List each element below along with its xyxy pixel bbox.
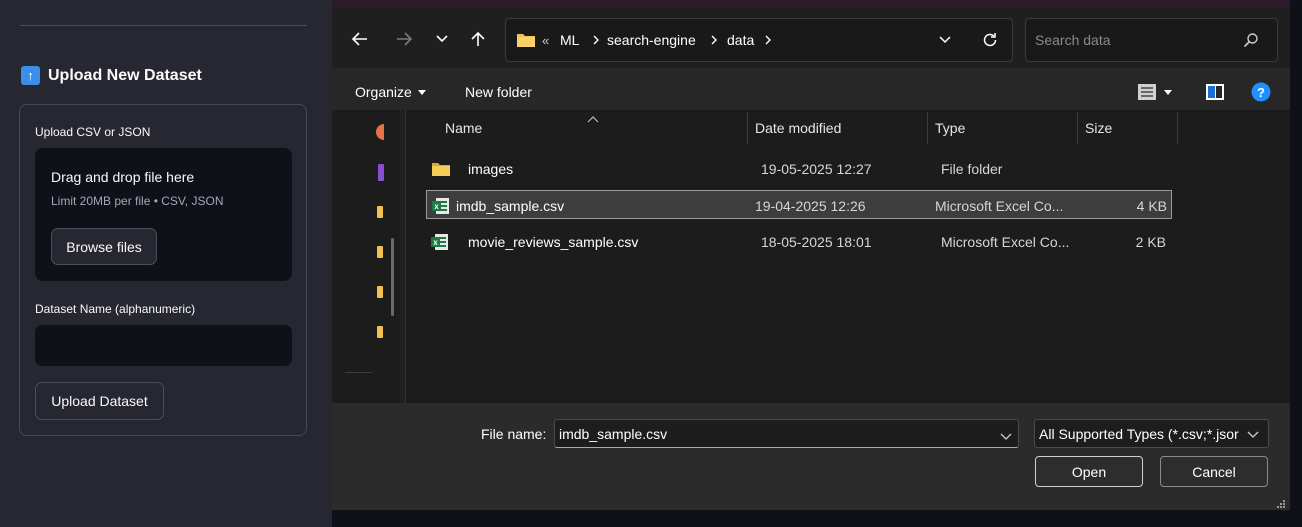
upload-heading-text: Upload New Dataset: [48, 66, 202, 84]
address-bar[interactable]: « ML search-engine data: [505, 18, 1013, 62]
nav-folder-icon[interactable]: [377, 326, 383, 338]
nav-divider: [345, 372, 372, 373]
file-list: Name Date modified Type Size images 19-0…: [406, 110, 1290, 403]
file-row-movie-reviews-sample[interactable]: x movie_reviews_sample.csv 18-05-2025 18…: [426, 227, 1172, 256]
sidebar: ↑ Upload New Dataset Upload CSV or JSON …: [0, 0, 332, 527]
excel-csv-icon: x: [431, 227, 449, 256]
file-date: 19-04-2025 12:26: [755, 197, 866, 214]
dropdown-caret-icon: [1164, 89, 1172, 95]
file-date: 19-05-2025 12:27: [761, 160, 872, 177]
file-size: 4 KB: [1136, 197, 1167, 214]
file-dropzone[interactable]: Drag and drop file here Limit 20MB per f…: [35, 148, 292, 281]
search-placeholder: Search data: [1035, 32, 1111, 48]
breadcrumb-ml[interactable]: ML: [560, 19, 579, 61]
svg-text:?: ?: [1257, 85, 1265, 100]
dropdown-caret-icon: [417, 89, 426, 95]
file-type: Microsoft Excel Co...: [941, 233, 1070, 250]
dialog-toolbar: « ML search-engine data Search data: [332, 8, 1290, 68]
search-box[interactable]: Search data: [1025, 18, 1278, 62]
folder-icon: [516, 19, 536, 61]
nav-item-icon[interactable]: [376, 124, 384, 140]
up-folder-arrow-icon[interactable]: [464, 24, 492, 54]
file-type-value: All Supported Types (*.csv;*.jsor: [1039, 425, 1239, 442]
chevron-right-icon: [710, 19, 718, 61]
up-arrow-icon: ↑: [21, 66, 40, 85]
file-date: 18-05-2025 18:01: [761, 233, 872, 250]
dialog-title-strip: [332, 0, 1290, 8]
file-open-dialog: « ML search-engine data Search data Orga…: [332, 0, 1290, 510]
dropzone-limit: Limit 20MB per file • CSV, JSON: [51, 194, 224, 208]
sort-ascending-icon: [587, 110, 599, 128]
file-row-images[interactable]: images 19-05-2025 12:27 File folder: [426, 154, 1172, 183]
column-header-date-modified[interactable]: Date modified: [755, 110, 841, 146]
browse-files-button[interactable]: Browse files: [51, 228, 157, 265]
upload-section-heading: ↑ Upload New Dataset: [21, 66, 202, 85]
svg-text:x: x: [434, 202, 439, 211]
chevron-down-icon[interactable]: [1242, 420, 1264, 447]
file-row-imdb-sample[interactable]: x imdb_sample.csv 19-04-2025 12:26 Micro…: [426, 190, 1172, 219]
file-name-label: File name:: [481, 426, 547, 442]
organize-menu[interactable]: Organize: [355, 68, 426, 116]
nav-folder-icon[interactable]: [377, 246, 383, 258]
new-folder-button[interactable]: New folder: [465, 68, 532, 116]
column-separator[interactable]: [927, 112, 928, 144]
file-name: images: [468, 160, 514, 177]
organize-label: Organize: [355, 84, 412, 100]
file-name-input[interactable]: imdb_sample.csv: [554, 419, 1019, 448]
file-type-select[interactable]: All Supported Types (*.csv;*.jsor: [1034, 419, 1269, 448]
chevron-right-icon: [592, 19, 600, 61]
address-history-chevron-icon[interactable]: [938, 19, 952, 61]
sidebar-divider: [20, 25, 307, 26]
cancel-button[interactable]: Cancel: [1160, 456, 1268, 487]
dataset-name-label: Dataset Name (alphanumeric): [35, 302, 196, 316]
nav-folder-icon[interactable]: [377, 206, 383, 218]
breadcrumb-data[interactable]: data: [727, 19, 754, 61]
breadcrumb-search-engine[interactable]: search-engine: [607, 19, 696, 61]
file-type: Microsoft Excel Co...: [935, 197, 1064, 214]
chevron-right-icon: [764, 19, 772, 61]
command-bar: Organize New folder ?: [332, 68, 1290, 110]
column-header-type[interactable]: Type: [935, 110, 965, 146]
dialog-footer: File name: imdb_sample.csv All Supported…: [332, 403, 1290, 510]
folder-icon: [431, 154, 451, 183]
column-separator[interactable]: [747, 112, 748, 144]
upload-dataset-button[interactable]: Upload Dataset: [35, 382, 164, 420]
dataset-name-input[interactable]: [35, 325, 292, 366]
file-name: movie_reviews_sample.csv: [468, 233, 639, 250]
nav-folder-icon[interactable]: [377, 286, 383, 298]
app-background-bottom: [332, 510, 1302, 527]
search-icon[interactable]: [1243, 32, 1259, 53]
back-arrow-icon[interactable]: [346, 24, 374, 54]
column-header-name[interactable]: Name: [445, 110, 482, 146]
excel-csv-icon: x: [432, 191, 450, 220]
recent-locations-chevron-icon[interactable]: [428, 24, 456, 54]
app-background-edge: [1291, 0, 1302, 527]
nav-item-icon[interactable]: [378, 164, 384, 181]
preview-pane-icon[interactable]: [1205, 68, 1225, 116]
view-options-icon[interactable]: [1137, 68, 1172, 116]
column-header-size[interactable]: Size: [1085, 110, 1112, 146]
refresh-icon[interactable]: [981, 19, 999, 61]
help-icon[interactable]: ?: [1251, 68, 1271, 116]
file-size: 2 KB: [1135, 233, 1166, 250]
uploader-label: Upload CSV or JSON: [35, 125, 151, 139]
dropzone-title: Drag and drop file here: [51, 169, 195, 185]
svg-text:x: x: [433, 238, 438, 247]
chevron-down-icon[interactable]: [1000, 428, 1012, 446]
column-separator[interactable]: [1077, 112, 1078, 144]
upload-form: Upload CSV or JSON Drag and drop file he…: [19, 104, 307, 436]
navigation-pane: [332, 110, 400, 403]
forward-arrow-icon[interactable]: [390, 24, 418, 54]
file-type: File folder: [941, 160, 1003, 177]
breadcrumb-overflow[interactable]: «: [542, 19, 549, 61]
file-name: imdb_sample.csv: [456, 197, 565, 214]
file-name-value: imdb_sample.csv: [559, 425, 668, 442]
nav-scrollbar[interactable]: [391, 238, 394, 316]
column-separator[interactable]: [1177, 112, 1178, 144]
open-button[interactable]: Open: [1035, 456, 1143, 487]
